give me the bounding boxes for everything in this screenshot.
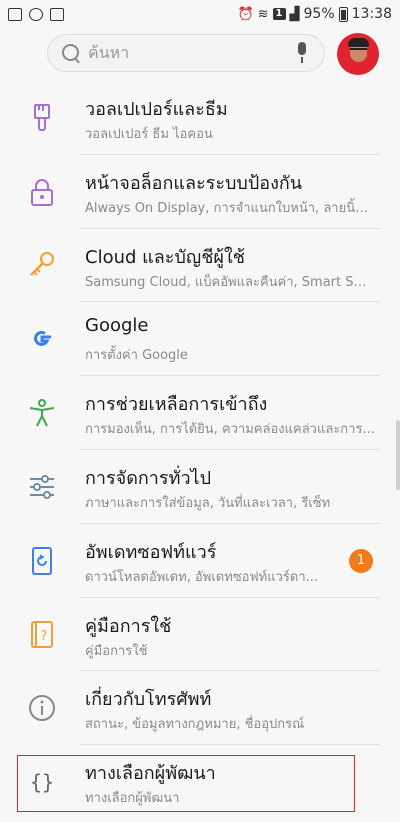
settings-item-google[interactable]: Google การตั้งค่า Google bbox=[0, 302, 400, 377]
image-icon bbox=[8, 7, 22, 21]
avatar-glasses bbox=[350, 48, 367, 52]
google-icon bbox=[34, 331, 51, 347]
settings-item-subtitle: สถานะ, ข้อมูลทางกฎหมาย, ชื่ออุปกรณ์ bbox=[85, 717, 305, 733]
settings-item-title: Google bbox=[85, 315, 149, 337]
search-icon bbox=[60, 42, 82, 64]
status-right: ⏰ ≋ 1 ▟ 95% 13:38 bbox=[237, 6, 392, 22]
search-row: ค้นหา bbox=[0, 30, 400, 80]
settings-item-software-update[interactable]: อัพเดทซอฟท์แวร์ ดาวน์โหลดอัพเดท, อัพเดทซ… bbox=[0, 524, 400, 598]
settings-item-general-management[interactable]: การจัดการทั่วไป ภาษาและการใส่ข้อมูล, วัน… bbox=[0, 450, 400, 524]
settings-item-subtitle: คู่มือการใช้ bbox=[85, 643, 148, 659]
alarm-icon: ⏰ bbox=[237, 6, 254, 22]
clipboard-icon bbox=[50, 7, 64, 21]
settings-item-title: Cloud และบัญชีผู้ใช้ bbox=[85, 246, 245, 268]
search-input[interactable]: ค้นหา bbox=[47, 34, 325, 72]
settings-item-cloud-accounts[interactable]: Cloud และบัญชีผู้ใช้ Samsung Cloud, แบ็ค… bbox=[0, 229, 400, 303]
settings-list: วอลเปเปอร์และธีม วอลเปเปอร์ ธีม ไอคอน หน… bbox=[0, 81, 400, 819]
settings-item-subtitle: Samsung Cloud, แบ็คอัพและคืนค่า, Smart S… bbox=[85, 274, 375, 290]
settings-item-developer-options[interactable]: {} ทางเลือกผู้พัฒนา ทางเลือกผู้พัฒนา bbox=[0, 745, 400, 819]
svg-text:{}: {} bbox=[30, 770, 54, 794]
avatar-hair bbox=[348, 38, 369, 47]
braces-icon: {} bbox=[30, 770, 54, 794]
signal-icon: ▟ bbox=[289, 6, 300, 22]
settings-item-subtitle: Always On Display, การจำแนกใบหน้า, ลายนิ… bbox=[85, 200, 375, 216]
settings-item-subtitle: การตั้งค่า Google bbox=[85, 348, 188, 364]
status-bar: ⏰ ≋ 1 ▟ 95% 13:38 bbox=[0, 0, 400, 28]
clock: 13:38 bbox=[351, 6, 392, 22]
settings-item-about-phone[interactable]: เกี่ยวกับโทรศัพท์ สถานะ, ข้อมูลทางกฎหมาย… bbox=[0, 671, 400, 746]
settings-item-user-manual[interactable]: ? คู่มือการใช้ คู่มือการใช้ bbox=[0, 598, 400, 672]
battery-icon bbox=[338, 6, 348, 22]
settings-item-accessibility[interactable]: การช่วยเหลือการเข้าถึง การมองเห็น, การได… bbox=[0, 376, 400, 450]
accessibility-icon bbox=[29, 399, 55, 427]
sim-icon: 1 bbox=[272, 8, 286, 20]
sync-icon bbox=[29, 7, 43, 21]
avatar[interactable] bbox=[337, 33, 379, 75]
settings-item-wallpaper-themes[interactable]: วอลเปเปอร์และธีม วอลเปเปอร์ ธีม ไอคอน bbox=[0, 81, 400, 155]
settings-item-title: การช่วยเหลือการเข้าถึง bbox=[85, 394, 268, 416]
paintbrush-icon bbox=[34, 103, 50, 131]
settings-item-title: เกี่ยวกับโทรศัพท์ bbox=[85, 689, 212, 711]
settings-item-title: คู่มือการใช้ bbox=[85, 615, 172, 637]
manual-icon: ? bbox=[31, 621, 53, 649]
settings-item-subtitle: การมองเห็น, การได้ยิน, ความคล่องแคล่วและ… bbox=[85, 422, 375, 438]
info-icon bbox=[29, 695, 55, 722]
update-badge: 1 bbox=[349, 548, 373, 573]
settings-item-title: อัพเดทซอฟท์แวร์ bbox=[85, 541, 217, 563]
settings-item-subtitle: ภาษาและการใส่ข้อมูล, วันที่และเวลา, รีเซ… bbox=[85, 495, 331, 511]
settings-item-title: หน้าจอล็อกและระบบป้องกัน bbox=[85, 172, 303, 194]
scrollbar[interactable] bbox=[396, 420, 400, 490]
key-icon bbox=[30, 252, 54, 277]
notification-icons bbox=[8, 7, 64, 21]
wifi-icon: ≋ bbox=[257, 6, 269, 22]
search-placeholder: ค้นหา bbox=[88, 42, 130, 62]
microphone-icon[interactable] bbox=[292, 42, 312, 64]
settings-item-subtitle: วอลเปเปอร์ ธีม ไอคอน bbox=[85, 127, 213, 142]
settings-item-subtitle: ดาวน์โหลดอัพเดท, อัพเดทซอฟท์แวร์ดา... bbox=[85, 569, 319, 585]
settings-item-lock-screen[interactable]: หน้าจอล็อกและระบบป้องกัน Always On Displ… bbox=[0, 155, 400, 229]
svg-text:?: ? bbox=[41, 629, 48, 644]
update-icon bbox=[32, 546, 52, 575]
settings-item-title: การจัดการทั่วไป bbox=[85, 467, 212, 489]
settings-item-title: วอลเปเปอร์และธีม bbox=[85, 99, 228, 120]
sliders-icon bbox=[30, 474, 54, 499]
settings-item-title: ทางเลือกผู้พัฒนา bbox=[85, 763, 216, 785]
lock-icon bbox=[31, 178, 53, 206]
battery-percent: 95% bbox=[303, 6, 335, 22]
settings-item-subtitle: ทางเลือกผู้พัฒนา bbox=[85, 791, 180, 807]
